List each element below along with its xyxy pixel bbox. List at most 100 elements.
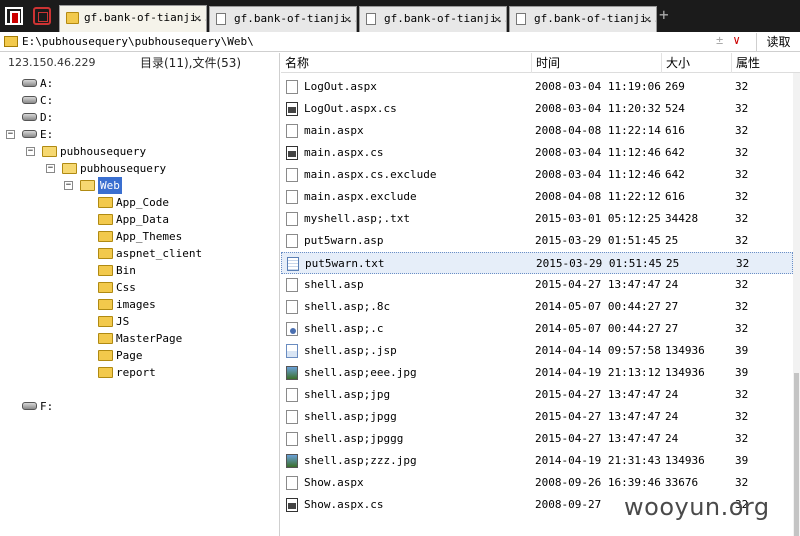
- file-row[interactable]: main.aspx.cs.exclude 2008-03-04 11:12:46 6…: [281, 164, 793, 186]
- tab-3[interactable]: gf.bank-of-tianji... ✕: [359, 6, 507, 32]
- file-time: 2008-09-26 16:39:46: [535, 476, 661, 489]
- server-info: 123.150.46.229 目录(11),文件(53): [0, 53, 280, 73]
- collapse-toggle-icon[interactable]: −: [6, 130, 15, 139]
- close-icon[interactable]: ✕: [494, 7, 501, 31]
- file-row[interactable]: shell.asp;eee.jpg 2014-04-19 21:13:12 1349…: [281, 362, 793, 384]
- tree-item-label: App_Code: [116, 196, 169, 209]
- file-attr: 39: [735, 454, 749, 467]
- file-attr: 32: [735, 476, 749, 489]
- tree-folder-item[interactable]: App_Themes: [0, 228, 280, 245]
- file-size: 24: [665, 410, 679, 423]
- collapse-toggle-icon[interactable]: −: [46, 164, 55, 173]
- file-row[interactable]: LogOut.aspx.cs 2008-03-04 11:20:32 524 32: [281, 98, 793, 120]
- tree-folder-item[interactable]: aspnet_client: [0, 245, 280, 262]
- file-row[interactable]: put5warn.txt 2015-03-29 01:51:45 25 32: [281, 252, 793, 274]
- tab-4[interactable]: gf.bank-of-tianji... ✕: [509, 6, 657, 32]
- file-row[interactable]: put5warn.asp 2015-03-29 01:51:45 25 32: [281, 230, 793, 252]
- column-attr[interactable]: 属性: [731, 53, 793, 73]
- folder-icon: [98, 197, 113, 208]
- plus-minus-icon[interactable]: ±: [716, 33, 723, 47]
- file-row[interactable]: main.aspx.cs 2008-03-04 11:12:46 642 32: [281, 142, 793, 164]
- tree-folder-item[interactable]: − pubhousequery: [0, 160, 280, 177]
- tree-drive-item[interactable]: A:: [0, 75, 280, 92]
- app-stop-icon[interactable]: [33, 7, 51, 25]
- file-row[interactable]: shell.asp;.jsp 2014-04-14 09:57:58 134936 3…: [281, 340, 793, 362]
- file-attr: 32: [735, 410, 749, 423]
- file-row[interactable]: LogOut.aspx 2008-03-04 11:19:06 269 32: [281, 76, 793, 98]
- tree-folder-item[interactable]: App_Data: [0, 211, 280, 228]
- close-icon[interactable]: ✕: [194, 6, 201, 30]
- collapse-toggle-icon[interactable]: −: [64, 181, 73, 190]
- file-row[interactable]: shell.asp;jpg 2015-04-27 13:47:47 24 32: [281, 384, 793, 406]
- tree-item-label: F:: [40, 400, 54, 413]
- tab-label: gf.bank-of-tianji...: [234, 12, 357, 25]
- tree-folder-item[interactable]: App_Code: [0, 194, 280, 211]
- file-jpg-icon: [286, 366, 298, 380]
- tree-item-label: pubhousequery: [80, 162, 167, 175]
- file-row[interactable]: shell.asp;zzz.jpg 2014-04-19 21:31:43 1349…: [281, 450, 793, 472]
- folder-tree-panel: 123.150.46.229 目录(11),文件(53) A: C: D: − E: − p…: [0, 53, 280, 536]
- file-attr: 32: [736, 257, 750, 270]
- column-name[interactable]: 名称: [281, 53, 531, 73]
- tab-bar: gf.bank-of-tianji... ✕ gf.bank-of-tianji..…: [0, 0, 800, 32]
- page-icon: [516, 13, 526, 25]
- file-page-icon: [286, 234, 298, 248]
- tree-item-label: Page: [116, 349, 143, 362]
- tree-folder-item[interactable]: report: [0, 364, 280, 381]
- file-cs-icon: [286, 498, 298, 512]
- file-size: 524: [665, 102, 685, 115]
- tree-folder-item[interactable]: Page: [0, 347, 280, 364]
- tree-folder-item[interactable]: images: [0, 296, 280, 313]
- column-time[interactable]: 时间: [531, 53, 661, 73]
- folder-icon: [98, 367, 113, 378]
- new-tab-button[interactable]: +: [659, 7, 669, 23]
- file-row[interactable]: Show.aspx 2008-09-26 16:39:46 33676 32: [281, 472, 793, 494]
- tree-folder-item[interactable]: Css: [0, 279, 280, 296]
- close-icon[interactable]: ✕: [344, 7, 351, 31]
- file-attr: 32: [735, 432, 749, 445]
- scrollbar-thumb[interactable]: [794, 373, 799, 536]
- file-row[interactable]: shell.asp 2015-04-27 13:47:47 24 32: [281, 274, 793, 296]
- file-attr: 32: [735, 212, 749, 225]
- file-row[interactable]: main.aspx.exclude 2008-04-08 11:22:12 616 3…: [281, 186, 793, 208]
- tree-folder-item[interactable]: Bin: [0, 262, 280, 279]
- close-icon[interactable]: ✕: [644, 7, 651, 31]
- tree-drive-item[interactable]: F:: [0, 398, 280, 415]
- tab-2[interactable]: gf.bank-of-tianji... ✕: [209, 6, 357, 32]
- tab-1[interactable]: gf.bank-of-tianji... ✕: [59, 5, 207, 32]
- file-row[interactable]: shell.asp;jpggg 2015-04-27 13:47:47 24 32: [281, 428, 793, 450]
- folder-icon: [98, 350, 113, 361]
- file-time: 2015-04-27 13:47:47: [535, 388, 661, 401]
- tree-drive-item[interactable]: − E:: [0, 126, 280, 143]
- collapse-toggle-icon[interactable]: −: [26, 147, 35, 156]
- file-jsp-icon: [286, 344, 298, 358]
- file-attr: 32: [735, 146, 749, 159]
- file-time: 2008-03-04 11:12:46: [535, 168, 661, 181]
- file-name: shell.asp;.jsp: [304, 344, 397, 357]
- column-size[interactable]: 大小: [661, 53, 731, 73]
- file-time: 2014-05-07 00:44:27: [535, 322, 661, 335]
- tree-folder-item[interactable]: JS: [0, 313, 280, 330]
- file-time: 2015-04-27 13:47:47: [535, 432, 661, 445]
- read-button[interactable]: 读取: [756, 33, 800, 51]
- file-row[interactable]: myshell.asp;.txt 2015-03-01 05:12:25 34428…: [281, 208, 793, 230]
- tree-folder-item[interactable]: − Web: [0, 177, 280, 194]
- tree-drive-item[interactable]: C:: [0, 92, 280, 109]
- file-row[interactable]: shell.asp;.c 2014-05-07 00:44:27 27 32: [281, 318, 793, 340]
- file-row[interactable]: shell.asp;.8c 2014-05-07 00:44:27 27 32: [281, 296, 793, 318]
- tree-item-label: aspnet_client: [116, 247, 203, 260]
- app-window-icon[interactable]: [5, 7, 23, 25]
- drive-icon: [22, 96, 37, 104]
- file-name: shell.asp;eee.jpg: [304, 366, 417, 379]
- file-row[interactable]: shell.asp;jpgg 2015-04-27 13:47:47 24 32: [281, 406, 793, 428]
- file-size: 27: [665, 322, 679, 335]
- tree-drive-item[interactable]: D:: [0, 109, 280, 126]
- file-row[interactable]: main.aspx 2008-04-08 11:22:14 616 32: [281, 120, 793, 142]
- chevron-down-icon[interactable]: ∨: [733, 33, 740, 47]
- file-page-icon: [286, 212, 298, 226]
- tree-folder-item[interactable]: − pubhousequery: [0, 143, 280, 160]
- tree-item-label: pubhousequery: [60, 145, 147, 158]
- tree-folder-item[interactable]: MasterPage: [0, 330, 280, 347]
- path-input[interactable]: E:\pubhousequery\pubhousequery\Web\: [22, 34, 712, 50]
- scrollbar[interactable]: [793, 73, 800, 536]
